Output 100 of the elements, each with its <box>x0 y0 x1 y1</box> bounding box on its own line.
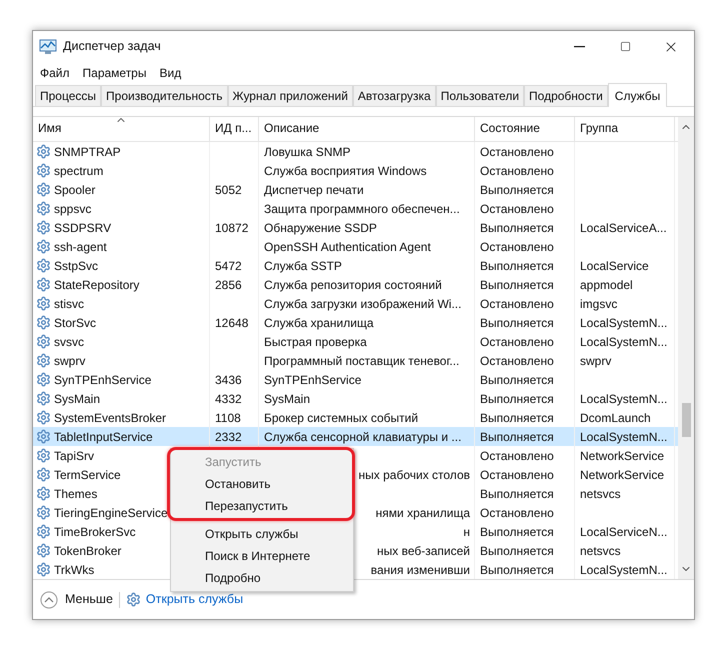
table-cell-text: Остановлено <box>480 200 554 218</box>
column-header[interactable]: Имя <box>33 117 210 141</box>
table-cell-text: imgsvc <box>580 296 618 312</box>
table-cell-text: LocalSystemN... <box>580 562 668 578</box>
table-cell-text: Служба репозитория состояний <box>264 276 442 294</box>
table-cell-text: ных рабочих столов <box>358 466 471 484</box>
table-cell-text: SysMain <box>54 390 100 408</box>
tab[interactable]: Процессы <box>35 85 102 106</box>
table-cell-text: TabletInputService <box>54 428 153 446</box>
table-row[interactable]: Spooler 5052 Диспетчер печати Выполняется <box>33 180 678 199</box>
gear-icon <box>36 258 51 273</box>
gear-icon <box>36 277 51 292</box>
scrollbar[interactable] <box>678 117 694 579</box>
gear-icon <box>36 372 51 387</box>
table-cell-text: NetworkService <box>580 466 664 484</box>
table-row[interactable]: stisvc Служба загрузки изображений Wi... Остановлено imgsvc <box>33 294 678 313</box>
gear-icon <box>36 201 51 216</box>
gear-icon <box>36 448 51 463</box>
tab[interactable]: Автозагрузка <box>352 85 436 106</box>
table-row[interactable]: spectrum Служба восприятия Windows Остановлено <box>33 161 678 180</box>
table-cell-text: StateRepository <box>54 276 140 294</box>
table-cell-text: Выполняется <box>480 542 554 560</box>
table-cell-text: LocalServiceN... <box>580 524 668 540</box>
table-cell-text: 5472 <box>215 258 242 274</box>
gear-icon <box>36 144 51 159</box>
tab[interactable]: Подробности <box>524 85 608 106</box>
table-cell-text: SynTPEnhService <box>54 372 152 388</box>
table-cell-text: LocalService <box>580 258 649 274</box>
column-header[interactable]: Группа <box>575 117 675 141</box>
column-header[interactable]: ИД п... <box>210 117 259 141</box>
fewer-details-link[interactable]: Меньше <box>65 590 113 609</box>
column-label: Группа <box>580 120 618 137</box>
table-cell-text: swprv <box>580 352 612 370</box>
table-row[interactable]: svsvc Быстрая проверка Остановлено LocalSystemN... <box>33 332 678 351</box>
table-cell-text: 5052 <box>215 182 242 198</box>
table-row[interactable]: SNMPTRAP Ловушка SNMP Остановлено <box>33 142 678 161</box>
table-cell-text: Служба хранилища <box>264 314 374 332</box>
column-header[interactable]: Состояние <box>475 117 575 141</box>
table-cell-text: Служба сенсорной клавиатуры и ... <box>264 428 462 446</box>
table-cell-text: Выполняется <box>480 562 554 578</box>
tab[interactable]: Производительность <box>101 85 228 106</box>
column-label: Имя <box>38 120 62 137</box>
tab[interactable]: Службы <box>608 83 668 107</box>
table-cell-text: ных веб-записей <box>377 542 471 560</box>
gear-icon <box>36 315 51 330</box>
collapse-icon[interactable] <box>40 590 58 608</box>
table-row[interactable]: StateRepository 2856 Служба репозитория состояний Выполняется appmodel <box>33 275 678 294</box>
table-cell-text: вания изменивши <box>370 562 471 578</box>
table-cell-text: LocalSystemN... <box>580 314 668 332</box>
table-cell-text: Выполняется <box>480 276 554 294</box>
table-row[interactable]: SSDPSRV 10872 Обнаружение SSDP Выполняется LocalServiceA... <box>33 218 678 237</box>
table-row[interactable]: SstpSvc 5472 Служба SSTP Выполняется LocalService <box>33 256 678 275</box>
column-label: Состояние <box>480 120 540 137</box>
table-cell-text: TermService <box>54 466 121 484</box>
table-cell-text: DcomLaunch <box>580 410 651 426</box>
gear-icon <box>36 353 51 368</box>
table-cell-text: Быстрая проверка <box>264 334 367 350</box>
window-title: Диспетчер задач <box>63 38 161 56</box>
table-row[interactable]: SysMain 4332 SysMain Выполняется LocalSystemN... <box>33 389 678 408</box>
context-menu-item[interactable]: Остановить <box>171 473 353 495</box>
table-cell-text: LocalSystemN... <box>580 390 668 408</box>
table-cell-text: Spooler <box>54 182 96 198</box>
table-cell-text: Ловушка SNMP <box>264 144 350 160</box>
table-cell-text: SystemEventsBroker <box>54 410 166 426</box>
table-cell-text: TrkWks <box>54 562 94 578</box>
table-cell-text: TimeBrokerSvc <box>54 524 136 540</box>
table-cell-text: Остановлено <box>480 296 554 312</box>
table-row[interactable]: SynTPEnhService 3436 SynTPEnhService Выполняется <box>33 370 678 389</box>
scroll-thumb[interactable] <box>682 403 691 437</box>
gear-icon <box>36 524 51 539</box>
menu-item[interactable]: Параметры <box>80 64 150 82</box>
table-cell-text: spectrum <box>54 162 104 180</box>
table-cell-text: appmodel <box>580 276 633 294</box>
table-cell-text: Выполняется <box>480 314 554 332</box>
table-row[interactable]: TabletInputService 2332 Служба сенсорной клавиатуры и ... Выполняется LocalSystemN... <box>33 427 678 446</box>
table-row[interactable]: sppsvc Защита программного обеспечен... Остановлено <box>33 199 678 218</box>
table-cell-text: netsvcs <box>580 542 621 560</box>
open-services-link[interactable]: Открыть службы <box>146 590 244 609</box>
table-row[interactable]: StorSvc 12648 Служба хранилища Выполняется LocalSystemN... <box>33 313 678 332</box>
table-cell-text: SNMPTRAP <box>54 144 121 160</box>
menu-item[interactable]: Вид <box>156 64 184 82</box>
context-menu-item[interactable]: Перезапустить <box>171 495 353 517</box>
context-menu-item[interactable]: Подробно <box>171 567 353 589</box>
table-row[interactable]: swprv Программный поставщик теневог... Остановлено swprv <box>33 351 678 370</box>
gear-icon <box>36 562 51 577</box>
table-cell-text: Остановлено <box>480 144 554 160</box>
table-cell-text: нями хранилища <box>376 504 471 522</box>
table-cell-text: Выполняется <box>480 390 554 408</box>
maximize-icon <box>620 41 630 52</box>
context-menu-item[interactable]: Открыть службы <box>171 523 353 545</box>
context-menu-item[interactable]: Поиск в Интернете <box>171 545 353 567</box>
table-cell-text: StorSvc <box>54 314 96 332</box>
column-header[interactable]: Описание <box>259 117 475 141</box>
tab[interactable]: Пользователи <box>436 85 524 106</box>
table-cell-text: LocalSystemN... <box>580 334 668 350</box>
table-cell-text: Выполняется <box>480 524 554 540</box>
table-row[interactable]: ssh-agent OpenSSH Authentication Agent Остановлено <box>33 237 678 256</box>
menu-item[interactable]: Файл <box>37 64 73 82</box>
table-cell-text: Остановлено <box>480 504 554 522</box>
tab[interactable]: Журнал приложений <box>228 85 353 106</box>
